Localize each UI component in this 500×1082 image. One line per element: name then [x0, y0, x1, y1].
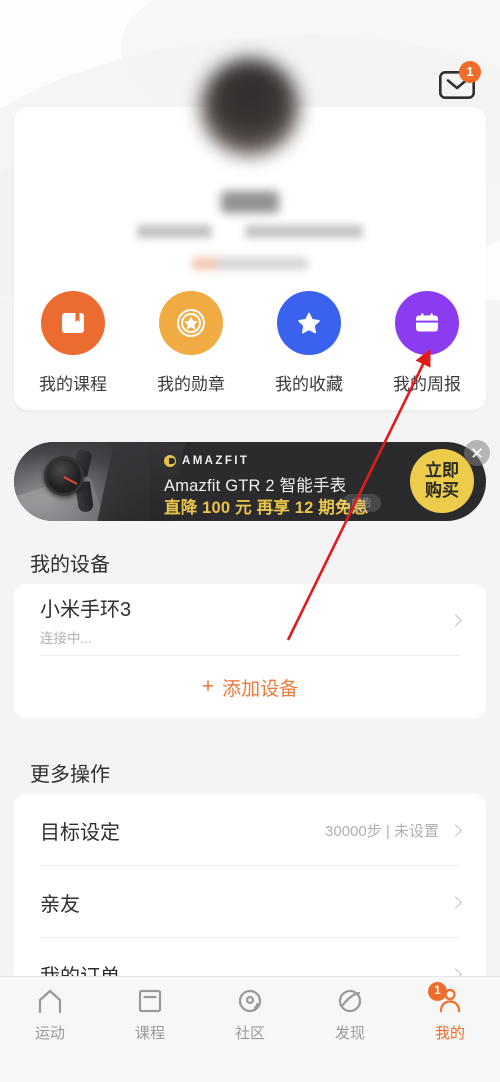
- device-name: 小米手环3: [40, 599, 132, 621]
- quick-action-my-favorites[interactable]: 我的收藏: [250, 291, 368, 395]
- quick-action-my-medals[interactable]: 我的勋章: [132, 291, 250, 395]
- tab-community[interactable]: 社区: [200, 986, 300, 1043]
- cta-line-2: 购买: [425, 481, 459, 500]
- tab-label: 课程: [134, 1025, 165, 1042]
- plus-icon: +: [201, 675, 215, 698]
- my-favorites-circle: [277, 291, 341, 355]
- profile-tag-redacted: [191, 257, 309, 270]
- my-courses-circle: [41, 291, 105, 355]
- chevron-right-icon: [449, 823, 462, 837]
- brand-name: AMAZFIT: [182, 455, 250, 467]
- avatar[interactable]: [201, 58, 299, 156]
- community-circle-icon: [238, 989, 262, 1013]
- mail-button[interactable]: 1: [437, 61, 481, 105]
- tab-label: 运动: [34, 1025, 65, 1042]
- briefcase-icon: [416, 313, 438, 332]
- chevron-right-icon: [449, 895, 462, 909]
- profile-screen: 1 我的课程 我的勋章 我的收藏 我的周报 AMAZFIT Amazfit GT…: [0, 0, 500, 1082]
- book-icon: [62, 313, 84, 333]
- tab-label: 社区: [234, 1025, 265, 1042]
- quick-action-label: 我的周报: [393, 375, 461, 394]
- tab-courses[interactable]: 课程: [100, 986, 200, 1043]
- advertisement-banner[interactable]: AMAZFIT Amazfit GTR 2 智能手表 直降 100 元 再享 1…: [14, 442, 486, 521]
- cta-line-1: 立即: [425, 461, 459, 480]
- quick-action-label: 我的勋章: [157, 375, 225, 394]
- add-device-button[interactable]: + 添加设备: [14, 656, 486, 718]
- add-device-label: 添加设备: [222, 678, 299, 700]
- profile-card[interactable]: 我的课程 我的勋章 我的收藏 我的周报: [14, 58, 486, 410]
- quick-action-label: 我的课程: [39, 375, 107, 394]
- amazfit-brand: AMAZFIT: [164, 455, 249, 467]
- row-label: 亲友: [40, 893, 80, 916]
- medal-star-icon: [177, 309, 205, 337]
- more-operations-card: 目标设定 30000步 | 未设置 亲友 我的订单: [14, 794, 486, 988]
- row-value: 30000步 | 未设置: [325, 822, 439, 840]
- amazfit-logo-icon: [164, 455, 176, 467]
- banner-title: Amazfit GTR 2 智能手表: [164, 477, 347, 495]
- more-operations-heading: 更多操作: [30, 764, 110, 786]
- row-friends-family[interactable]: 亲友: [14, 866, 486, 938]
- my-devices-card: 小米手环3 连接中... + 添加设备: [14, 584, 486, 718]
- device-row-mi-band-3[interactable]: 小米手环3 连接中...: [14, 584, 486, 656]
- close-icon[interactable]: [464, 440, 490, 466]
- tab-badge: 1: [428, 982, 447, 1001]
- bottom-navigation: 运动 课程 社区 发现 1 我的: [0, 976, 500, 1082]
- watch-second-hand: [63, 476, 78, 485]
- watch-face: [44, 456, 84, 496]
- star-icon: [298, 312, 320, 334]
- profile-info-redacted: [137, 225, 363, 238]
- discover-leaf-icon: [338, 989, 362, 1013]
- row-label: 目标设定: [40, 821, 120, 844]
- quick-action-my-weekly-report[interactable]: 我的周报: [368, 291, 486, 395]
- tab-label: 发现: [334, 1025, 365, 1042]
- tab-discover[interactable]: 发现: [300, 986, 400, 1043]
- tab-sports[interactable]: 运动: [0, 986, 100, 1043]
- amazfit-watch-photo: [14, 442, 186, 521]
- device-status: 连接中...: [40, 631, 92, 646]
- quick-action-my-courses[interactable]: 我的课程: [14, 291, 132, 395]
- my-devices-heading: 我的设备: [30, 554, 110, 576]
- tab-label: 我的: [434, 1025, 465, 1042]
- my-medals-circle: [159, 291, 223, 355]
- my-weekly-report-circle: [395, 291, 459, 355]
- tab-profile[interactable]: 1 我的: [400, 982, 500, 1043]
- banner-subtitle: 直降 100 元 再享 12 期免息: [164, 499, 369, 517]
- quick-actions-row: 我的课程 我的勋章 我的收藏 我的周报: [14, 291, 486, 395]
- chevron-right-icon: [449, 613, 462, 627]
- row-goal-setting[interactable]: 目标设定 30000步 | 未设置: [14, 794, 486, 866]
- quick-action-label: 我的收藏: [275, 375, 343, 394]
- home-icon: [38, 989, 62, 1014]
- course-window-icon: [138, 989, 162, 1013]
- mail-badge: 1: [459, 61, 481, 83]
- profile-name-redacted: [221, 191, 279, 213]
- ad-label: 广告: [342, 494, 381, 512]
